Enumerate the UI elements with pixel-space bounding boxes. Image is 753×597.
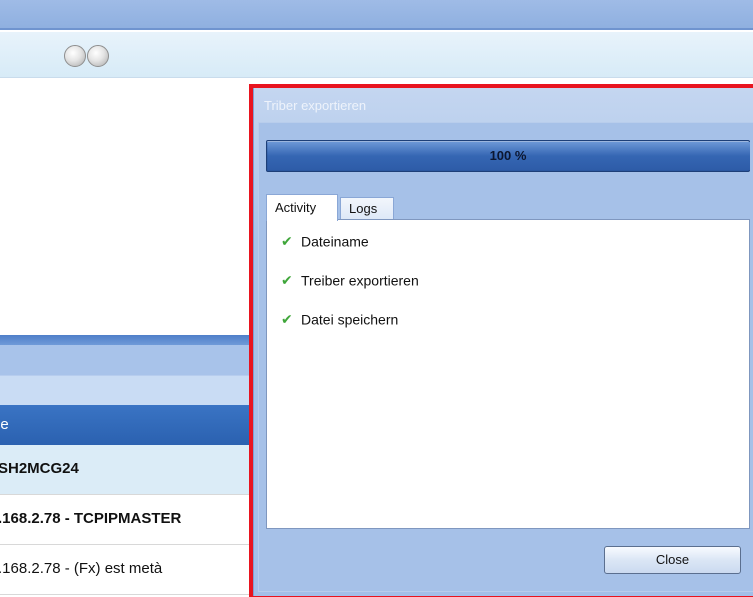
- table-row[interactable]: .168.2.78 - (Fx) est metà: [0, 545, 260, 595]
- toolbar-round-button-1[interactable]: [64, 45, 86, 67]
- table-cell: SH2MCG24: [0, 460, 79, 477]
- panel-subtoolbar: [0, 375, 260, 405]
- column-header-label: ne: [0, 416, 9, 433]
- table-cell: .168.2.78 - (Fx) est metà: [0, 560, 163, 577]
- tab-activity[interactable]: Activity: [266, 194, 338, 221]
- panel-header-band: [0, 335, 260, 345]
- toolbar-round-button-2[interactable]: [87, 45, 109, 67]
- panel-toolbar: [0, 345, 260, 375]
- table-row[interactable]: .168.2.78 - TCPIPMASTER: [0, 495, 260, 545]
- app-window: ne SH2MCG24 .168.2.78 - TCPIPMASTER .168…: [0, 0, 753, 597]
- toolbar: [0, 32, 753, 78]
- table-cell: .168.2.78 - TCPIPMASTER: [0, 510, 182, 527]
- table-column-header[interactable]: ne: [0, 405, 260, 445]
- table-row[interactable]: SH2MCG24: [0, 445, 260, 495]
- title-bar: [0, 0, 753, 30]
- highlight-frame: [249, 84, 753, 597]
